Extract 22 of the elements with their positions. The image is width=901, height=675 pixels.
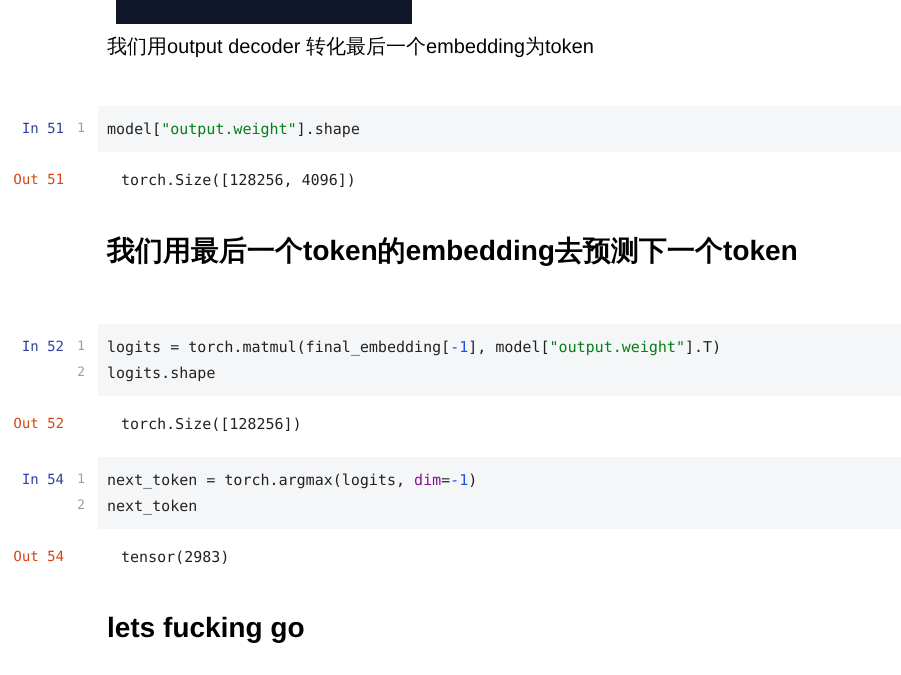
code-line: next_token = torch.argmax(logits, dim=-1) [107, 470, 478, 491]
output-text: torch.Size([128256, 4096]) [121, 170, 356, 191]
input-prompt: In 51 [22, 120, 64, 139]
heading: lets fucking go [107, 611, 306, 645]
heading: 我们用最后一个token的embedding去预测下一个token [107, 234, 799, 268]
input-prompt: In 54 [22, 471, 64, 490]
code-line: model["output.weight"].shape [107, 119, 361, 140]
code-line: next_token [107, 496, 198, 517]
code-line: logits.shape [107, 363, 216, 384]
output-prompt: Out 52 [13, 415, 64, 434]
line-number: 1 [77, 120, 85, 138]
output-text: torch.Size([128256]) [121, 414, 302, 435]
output-prompt: Out 51 [13, 171, 64, 190]
output-prompt: Out 54 [13, 548, 64, 567]
paragraph-text: 我们用output decoder 转化最后一个embedding为token [107, 35, 595, 60]
line-number: 1 [77, 338, 85, 356]
line-number: 1 [77, 471, 85, 489]
line-number: 2 [77, 364, 85, 382]
code-line: logits = torch.matmul(final_embedding[-1], model["output.weight"].T) [107, 337, 722, 358]
input-prompt: In 52 [22, 338, 64, 357]
line-number: 2 [77, 497, 85, 515]
output-text: tensor(2983) [121, 547, 230, 568]
